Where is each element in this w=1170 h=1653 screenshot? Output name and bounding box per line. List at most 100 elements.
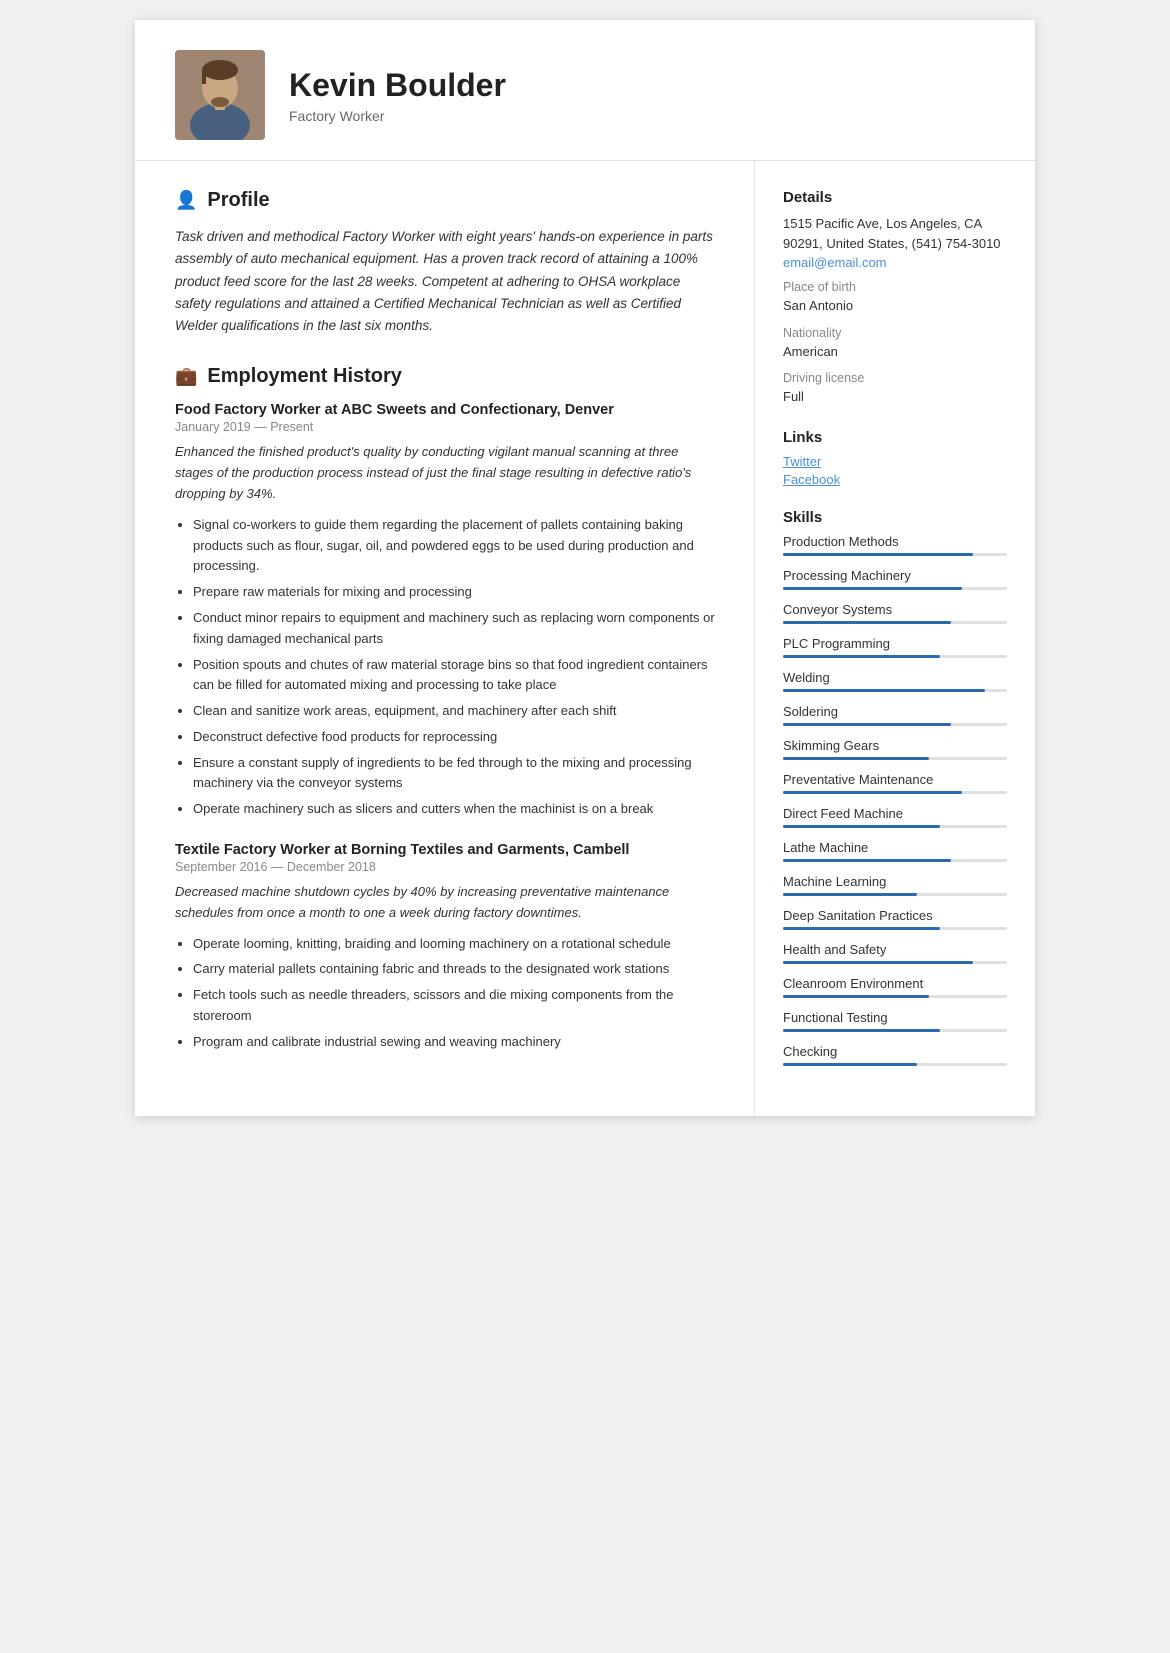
skill-bar-fill <box>783 1063 917 1066</box>
skill-item: Direct Feed Machine <box>783 806 1007 828</box>
skill-bar-bg <box>783 757 1007 760</box>
header-text: Kevin Boulder Factory Worker <box>289 66 506 124</box>
driving-license-value: Full <box>783 387 1007 407</box>
skill-bar-bg <box>783 723 1007 726</box>
job-block-1: Food Factory Worker at ABC Sweets and Co… <box>175 402 718 820</box>
skill-bar-bg <box>783 859 1007 862</box>
skill-item: Welding <box>783 670 1007 692</box>
employment-section-title: 💼 Employment History <box>175 365 718 388</box>
employment-label: Employment History <box>207 365 401 388</box>
profile-text: Task driven and methodical Factory Worke… <box>175 226 718 337</box>
profile-icon: 👤 <box>175 190 197 211</box>
details-section: Details 1515 Pacific Ave, Los Angeles, C… <box>783 189 1007 407</box>
skill-item: Functional Testing <box>783 1010 1007 1032</box>
skill-name: Soldering <box>783 704 1007 719</box>
skill-bar-fill <box>783 961 973 964</box>
skill-bar-bg <box>783 995 1007 998</box>
links-title: Links <box>783 429 1007 446</box>
skill-bar-fill <box>783 553 973 556</box>
skill-bar-bg <box>783 1029 1007 1032</box>
skill-bar-fill <box>783 621 951 624</box>
bullet-item: Fetch tools such as needle threaders, sc… <box>193 985 718 1027</box>
job-block-2: Textile Factory Worker at Borning Textil… <box>175 842 718 1053</box>
skill-item: Soldering <box>783 704 1007 726</box>
bullet-item: Carry material pallets containing fabric… <box>193 959 718 980</box>
skill-item: Machine Learning <box>783 874 1007 896</box>
candidate-name: Kevin Boulder <box>289 66 506 104</box>
skill-bar-bg <box>783 655 1007 658</box>
skill-name: Machine Learning <box>783 874 1007 889</box>
skill-item: Health and Safety <box>783 942 1007 964</box>
skill-bar-fill <box>783 757 929 760</box>
nationality-value: American <box>783 342 1007 362</box>
details-title: Details <box>783 189 1007 206</box>
skill-bar-bg <box>783 621 1007 624</box>
employment-section: 💼 Employment History Food Factory Worker… <box>175 365 718 1052</box>
link-twitter[interactable]: Twitter <box>783 454 1007 469</box>
skill-bar-fill <box>783 825 940 828</box>
nationality-label: Nationality <box>783 326 1007 340</box>
skill-bar-fill <box>783 723 951 726</box>
skill-bar-bg <box>783 927 1007 930</box>
skill-name: Deep Sanitation Practices <box>783 908 1007 923</box>
candidate-title: Factory Worker <box>289 108 506 124</box>
bullet-item: Signal co-workers to guide them regardin… <box>193 515 718 577</box>
profile-label: Profile <box>207 189 269 212</box>
skill-bar-bg <box>783 689 1007 692</box>
skill-item: Deep Sanitation Practices <box>783 908 1007 930</box>
bullet-item: Ensure a constant supply of ingredients … <box>193 753 718 795</box>
bullet-item: Operate looming, knitting, braiding and … <box>193 934 718 955</box>
job-bullets-2: Operate looming, knitting, braiding and … <box>175 934 718 1053</box>
place-of-birth-label: Place of birth <box>783 280 1007 294</box>
skill-bar-fill <box>783 587 962 590</box>
bullet-item: Deconstruct defective food products for … <box>193 727 718 748</box>
skill-bar-bg <box>783 587 1007 590</box>
detail-email: email@email.com <box>783 255 1007 270</box>
skill-bar-bg <box>783 825 1007 828</box>
skill-name: Direct Feed Machine <box>783 806 1007 821</box>
profile-section: 👤 Profile Task driven and methodical Fac… <box>175 189 718 337</box>
skill-item: Processing Machinery <box>783 568 1007 590</box>
skill-bar-bg <box>783 553 1007 556</box>
skill-item: Lathe Machine <box>783 840 1007 862</box>
bullet-item: Clean and sanitize work areas, equipment… <box>193 701 718 722</box>
driving-license-label: Driving license <box>783 371 1007 385</box>
skill-item: PLC Programming <box>783 636 1007 658</box>
job-dates-1: January 2019 — Present <box>175 420 718 434</box>
skills-list: Production Methods Processing Machinery Co… <box>783 534 1007 1066</box>
skill-bar-fill <box>783 859 951 862</box>
skill-bar-fill <box>783 655 940 658</box>
skill-bar-fill <box>783 995 929 998</box>
skill-bar-bg <box>783 893 1007 896</box>
resume-header: Kevin Boulder Factory Worker <box>135 20 1035 161</box>
skill-item: Production Methods <box>783 534 1007 556</box>
profile-section-title: 👤 Profile <box>175 189 718 212</box>
skill-name: PLC Programming <box>783 636 1007 651</box>
skill-name: Functional Testing <box>783 1010 1007 1025</box>
bullet-item: Operate machinery such as slicers and cu… <box>193 799 718 820</box>
skill-name: Production Methods <box>783 534 1007 549</box>
link-facebook[interactable]: Facebook <box>783 472 1007 487</box>
skills-section: Skills Production MethodsProcessing Mach… <box>783 509 1007 1066</box>
job-title-1: Food Factory Worker at ABC Sweets and Co… <box>175 402 718 418</box>
skill-item: Checking <box>783 1044 1007 1066</box>
bullet-item: Prepare raw materials for mixing and pro… <box>193 582 718 603</box>
skill-bar-fill <box>783 689 985 692</box>
links-section: Links Twitter Facebook <box>783 429 1007 487</box>
detail-address: 1515 Pacific Ave, Los Angeles, CA 90291,… <box>783 214 1007 253</box>
resume-document: Kevin Boulder Factory Worker 👤 Profile T… <box>135 20 1035 1116</box>
bullet-item: Conduct minor repairs to equipment and m… <box>193 608 718 650</box>
skill-item: Skimming Gears <box>783 738 1007 760</box>
skill-name: Preventative Maintenance <box>783 772 1007 787</box>
skill-item: Conveyor Systems <box>783 602 1007 624</box>
skill-item: Cleanroom Environment <box>783 976 1007 998</box>
left-column: 👤 Profile Task driven and methodical Fac… <box>135 161 755 1116</box>
resume-body: 👤 Profile Task driven and methodical Fac… <box>135 161 1035 1116</box>
skill-name: Processing Machinery <box>783 568 1007 583</box>
skill-name: Health and Safety <box>783 942 1007 957</box>
job-bullets-1: Signal co-workers to guide them regardin… <box>175 515 718 820</box>
skill-name: Lathe Machine <box>783 840 1007 855</box>
job-title-2: Textile Factory Worker at Borning Textil… <box>175 842 718 858</box>
job-desc-1: Enhanced the finished product's quality … <box>175 442 718 504</box>
skill-bar-fill <box>783 1029 940 1032</box>
